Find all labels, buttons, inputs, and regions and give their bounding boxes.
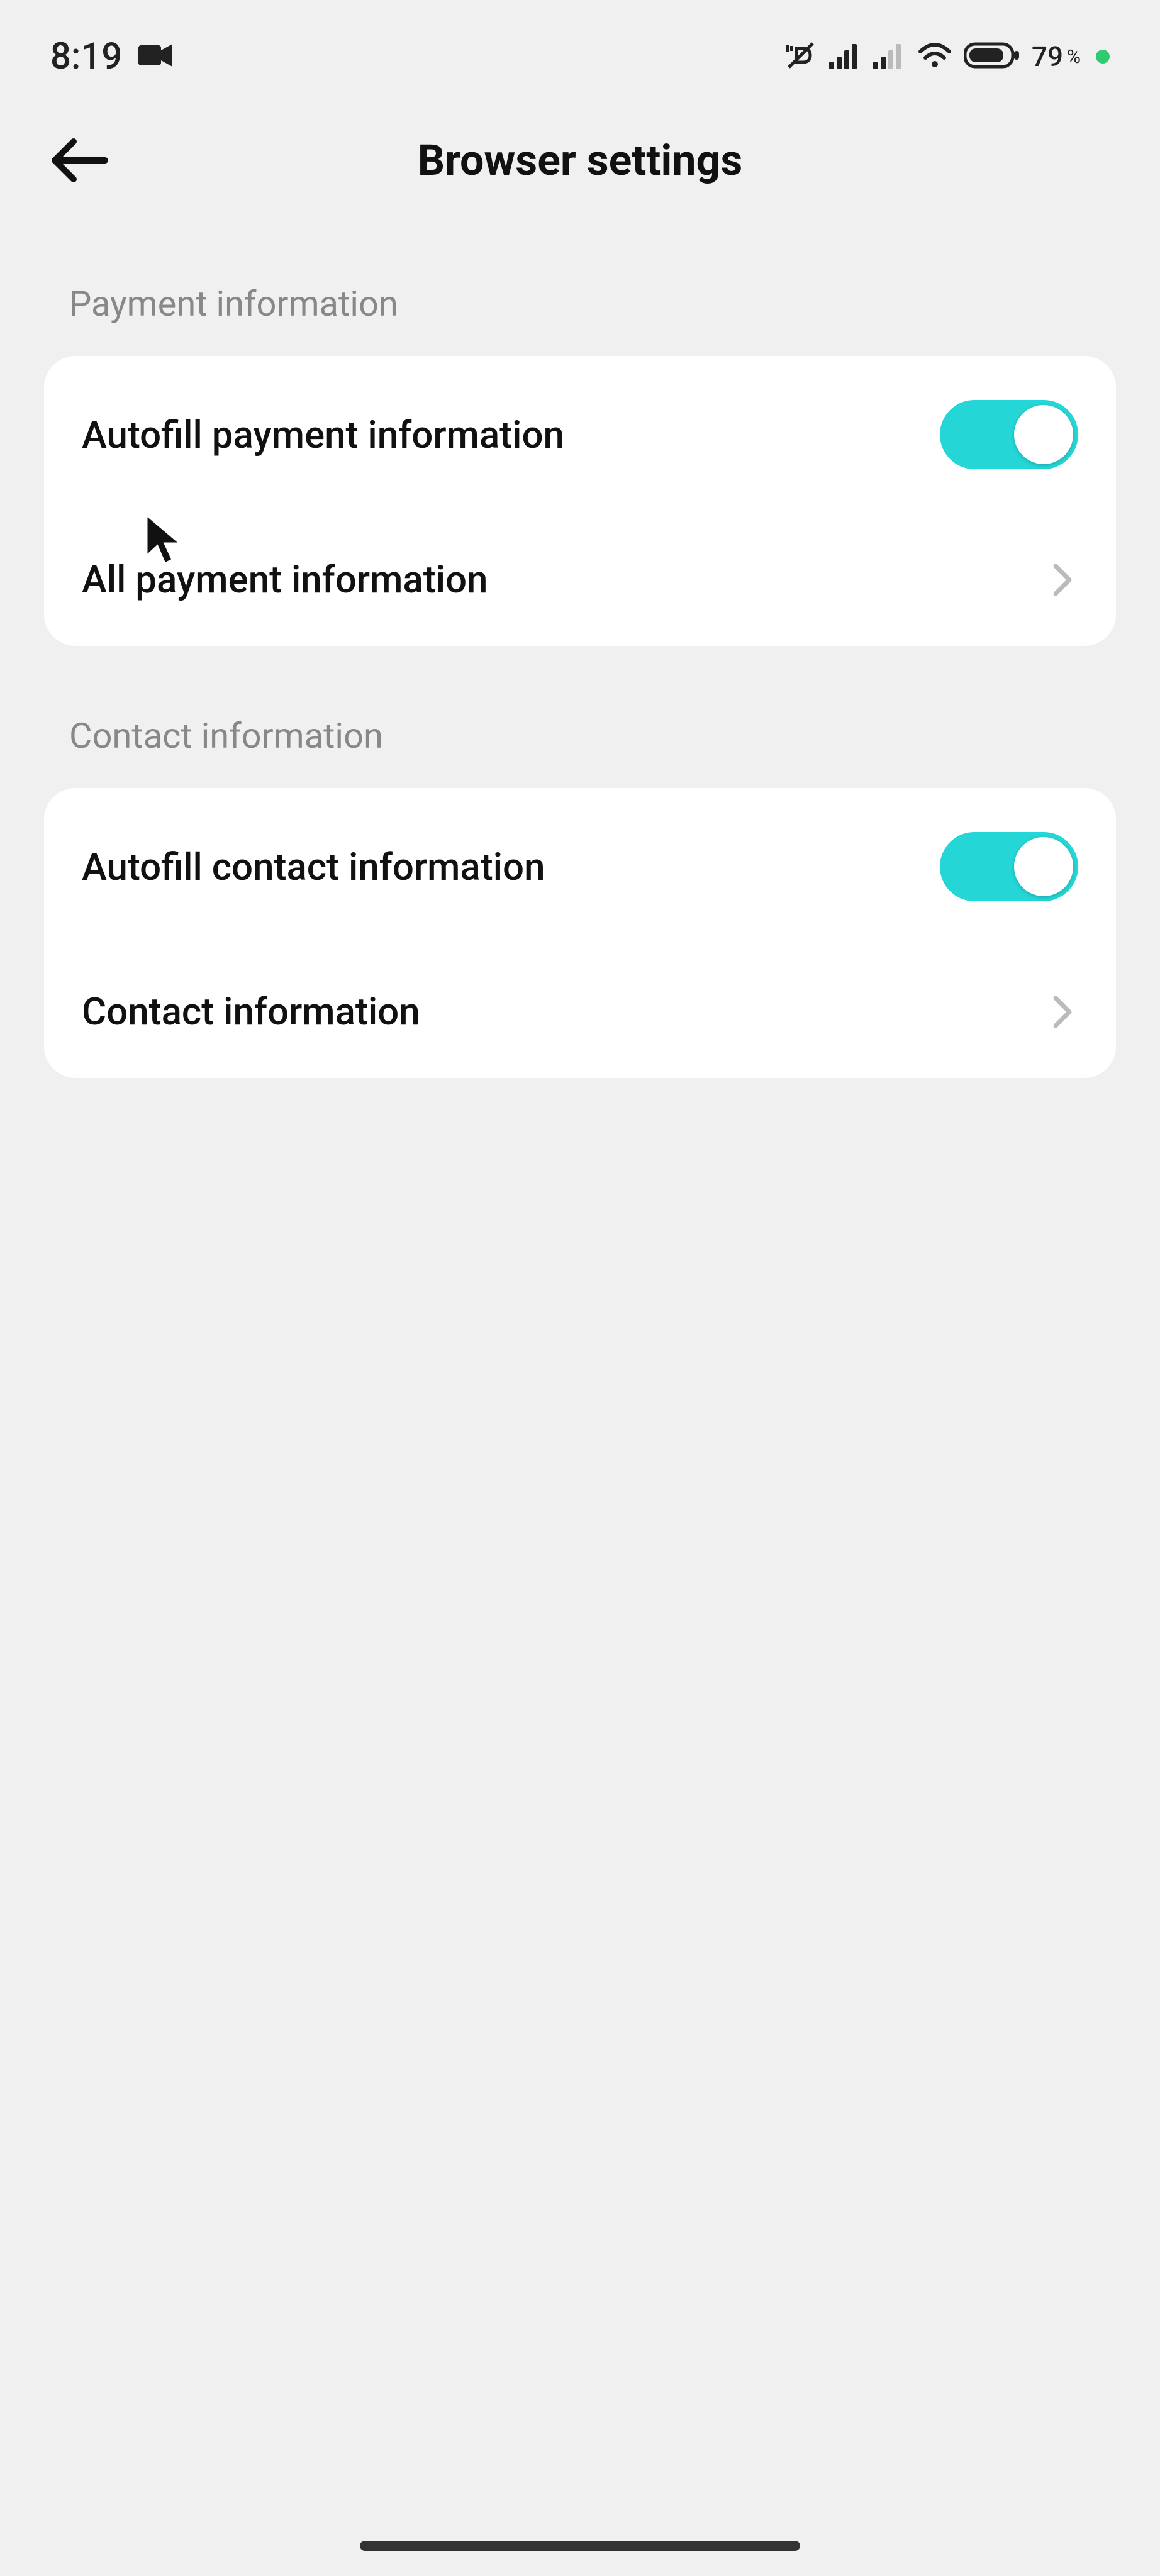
nav-gesture-handle[interactable] <box>360 2541 800 2551</box>
status-bar: 8:19 <box>0 0 1160 107</box>
toggle-knob <box>1014 405 1073 464</box>
battery-percentage: 79% <box>1032 40 1081 73</box>
card-contact: Autofill contact information Contact inf… <box>44 788 1116 1078</box>
status-time: 8:19 <box>50 35 122 78</box>
mute-icon <box>784 38 818 75</box>
section-header-payment: Payment information <box>44 214 1116 356</box>
card-payment: Autofill payment information All payment… <box>44 356 1116 646</box>
page-header: Browser settings <box>0 107 1160 214</box>
battery-icon <box>964 42 1020 72</box>
wifi-icon <box>917 42 952 72</box>
status-bar-right: 79% <box>784 38 1110 75</box>
toggle-autofill-contact[interactable] <box>940 832 1078 901</box>
row-contact-info[interactable]: Contact information <box>44 945 1116 1078</box>
video-recording-icon <box>138 43 174 70</box>
row-autofill-payment[interactable]: Autofill payment information <box>44 356 1116 513</box>
toggle-autofill-payment[interactable] <box>940 400 1078 469</box>
toggle-knob <box>1014 837 1073 896</box>
arrow-left-icon <box>47 135 110 186</box>
battery-pct-suffix: % <box>1067 46 1081 68</box>
page-title: Browser settings <box>418 135 743 186</box>
chevron-right-icon <box>1047 996 1078 1028</box>
status-bar-left: 8:19 <box>50 35 174 78</box>
privacy-indicator-dot <box>1096 50 1110 64</box>
battery-pct-value: 79 <box>1032 40 1063 73</box>
row-autofill-payment-label: Autofill payment information <box>82 413 564 457</box>
content: Payment information Autofill payment inf… <box>0 214 1160 1078</box>
signal-1-icon <box>829 42 862 72</box>
row-contact-info-label: Contact information <box>82 989 420 1034</box>
row-autofill-contact-label: Autofill contact information <box>82 845 545 889</box>
chevron-right-icon <box>1047 564 1078 596</box>
row-all-payment-info[interactable]: All payment information <box>44 513 1116 646</box>
section-header-contact: Contact information <box>44 646 1116 788</box>
row-autofill-contact[interactable]: Autofill contact information <box>44 788 1116 945</box>
row-all-payment-info-label: All payment information <box>82 557 488 602</box>
back-button[interactable] <box>44 126 113 195</box>
signal-2-icon <box>873 42 906 72</box>
